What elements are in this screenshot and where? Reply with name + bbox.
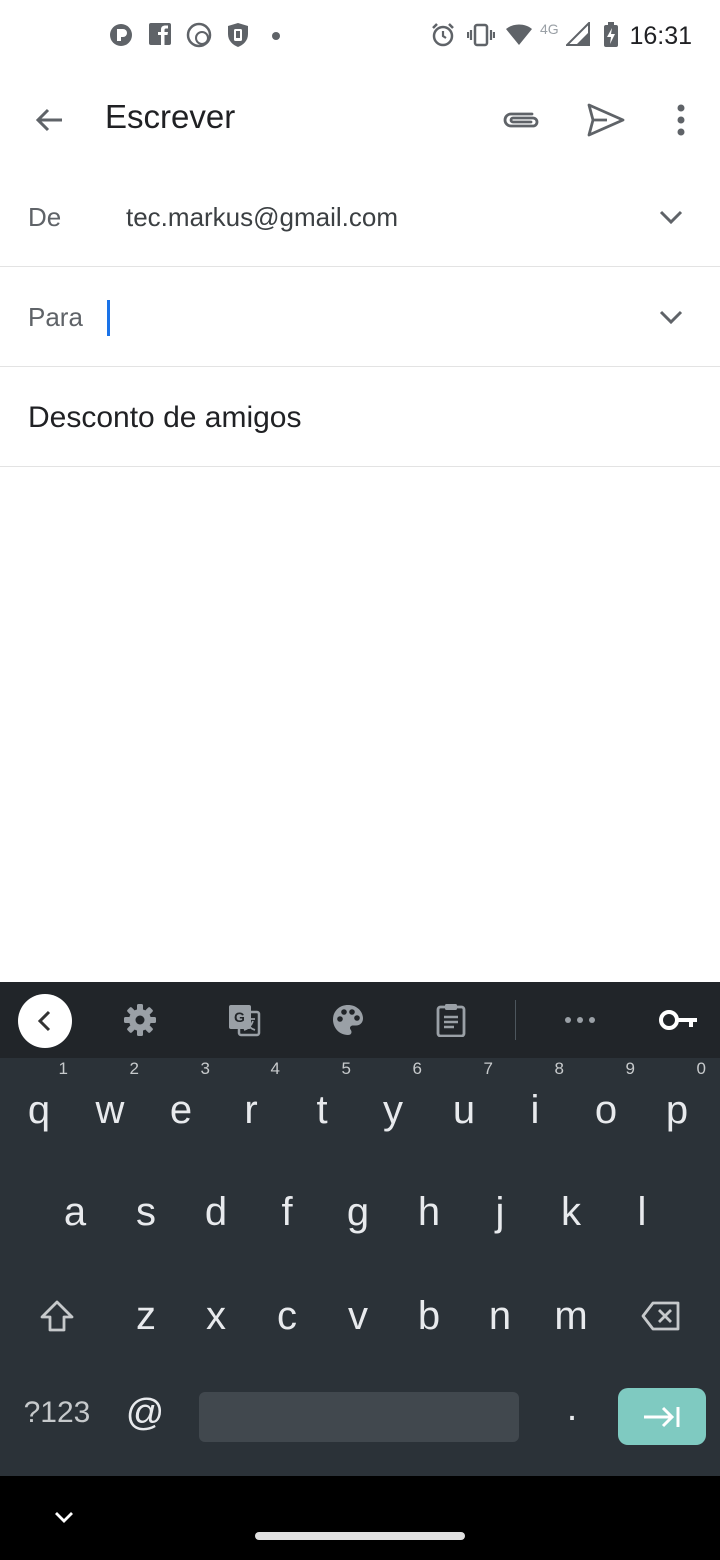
key-icon (659, 1010, 697, 1030)
collapse-toolbar-button[interactable] (18, 994, 72, 1048)
app-bar: Escrever (0, 72, 720, 168)
key[interactable]: j (465, 1162, 535, 1262)
back-button[interactable] (21, 92, 77, 148)
chevron-down-icon[interactable] (656, 302, 686, 332)
key[interactable]: h (394, 1162, 464, 1262)
from-row[interactable]: De tec.markus@gmail.com (0, 168, 720, 267)
backspace-key[interactable] (626, 1266, 696, 1366)
chevron-left-icon (37, 1010, 51, 1032)
key[interactable]: l (607, 1162, 677, 1262)
palette-icon (333, 1005, 363, 1035)
translate-button[interactable]: G (216, 992, 272, 1048)
network-type: 4G (540, 21, 559, 37)
send-icon (587, 103, 625, 137)
key[interactable]: e3 (146, 1059, 216, 1160)
key[interactable]: b (394, 1266, 464, 1366)
wifi-icon (506, 24, 532, 45)
key[interactable]: o9 (571, 1059, 641, 1160)
clipboard-icon (436, 1004, 466, 1037)
key[interactable]: i8 (500, 1059, 570, 1160)
key[interactable]: f (252, 1162, 322, 1262)
navigation-bar (0, 1476, 720, 1560)
signal-icon (566, 22, 590, 46)
key[interactable]: u7 (429, 1059, 499, 1160)
page-title: Escrever (105, 98, 236, 135)
body-input[interactable] (0, 467, 720, 982)
from-value[interactable]: tec.markus@gmail.com (126, 202, 398, 233)
battery-charging-icon (604, 22, 618, 47)
svg-text:G: G (234, 1009, 245, 1025)
key[interactable]: t5 (287, 1059, 357, 1160)
key[interactable]: d (181, 1162, 251, 1262)
key[interactable]: m (536, 1266, 606, 1366)
app-icon-shield (228, 23, 248, 47)
key[interactable]: k (536, 1162, 606, 1262)
vibrate-icon (467, 23, 495, 47)
clock: 16:31 (629, 22, 692, 50)
gear-icon (124, 1004, 156, 1036)
key[interactable]: p0 (642, 1059, 712, 1160)
to-label: Para (28, 302, 83, 332)
key[interactable]: c (252, 1266, 322, 1366)
symbols-key[interactable]: ?123 (10, 1378, 104, 1448)
key[interactable]: q1 (4, 1059, 74, 1160)
subject-input[interactable]: Desconto de amigos (28, 401, 302, 435)
from-label: De (28, 202, 62, 232)
key[interactable]: y6 (358, 1059, 428, 1160)
period-key[interactable]: . (537, 1378, 607, 1448)
tab-arrow-icon (644, 1406, 680, 1427)
key[interactable]: x (181, 1266, 251, 1366)
subject-row[interactable]: Desconto de amigos (0, 368, 720, 467)
facebook-icon (149, 23, 171, 45)
backspace-icon (641, 1301, 680, 1331)
more-options-button[interactable] (653, 92, 709, 148)
chevron-down-icon (55, 1512, 73, 1523)
chevron-down-icon[interactable] (656, 202, 686, 232)
attach-button[interactable] (494, 92, 550, 148)
key[interactable]: s (111, 1162, 181, 1262)
arrow-back-icon (35, 108, 62, 132)
send-button[interactable] (578, 92, 634, 148)
keyboard: G q 1 w 2 e 3 r 4 t 5 y 6 u 7 i 8 o 9 p … (0, 982, 720, 1476)
keyboard-toolbar: G (0, 982, 720, 1058)
dot-icon (272, 32, 280, 40)
to-row[interactable]: Para (0, 268, 720, 367)
more-vert-icon (677, 104, 685, 136)
key[interactable]: a (40, 1162, 110, 1262)
alarm-icon (432, 23, 454, 47)
hide-keyboard-button[interactable] (44, 1502, 84, 1532)
key[interactable]: z (111, 1266, 181, 1366)
app-icon-circle (186, 22, 212, 48)
space-key[interactable] (199, 1392, 519, 1442)
text-cursor (107, 300, 110, 336)
key[interactable]: v (323, 1266, 393, 1366)
key[interactable]: g (323, 1162, 393, 1262)
settings-button[interactable] (112, 992, 168, 1048)
app-icon-p (110, 24, 132, 46)
key[interactable]: r4 (216, 1059, 286, 1160)
translate-icon: G (229, 1005, 261, 1037)
toolbar-divider (515, 1000, 516, 1040)
more-tools-button[interactable] (552, 992, 608, 1048)
home-handle[interactable] (255, 1532, 465, 1540)
clipboard-button[interactable] (423, 992, 479, 1048)
more-horiz-icon (565, 1017, 595, 1023)
status-bar: 4G 16:31 (0, 0, 720, 72)
paperclip-icon (503, 112, 539, 128)
at-key[interactable]: @ (110, 1378, 180, 1448)
next-field-key[interactable] (618, 1388, 706, 1445)
key[interactable]: w2 (75, 1059, 145, 1160)
key[interactable]: n (465, 1266, 535, 1366)
shift-key[interactable] (22, 1266, 92, 1366)
shift-icon (40, 1300, 74, 1332)
theme-button[interactable] (320, 992, 376, 1048)
password-manager-button[interactable] (651, 992, 707, 1048)
